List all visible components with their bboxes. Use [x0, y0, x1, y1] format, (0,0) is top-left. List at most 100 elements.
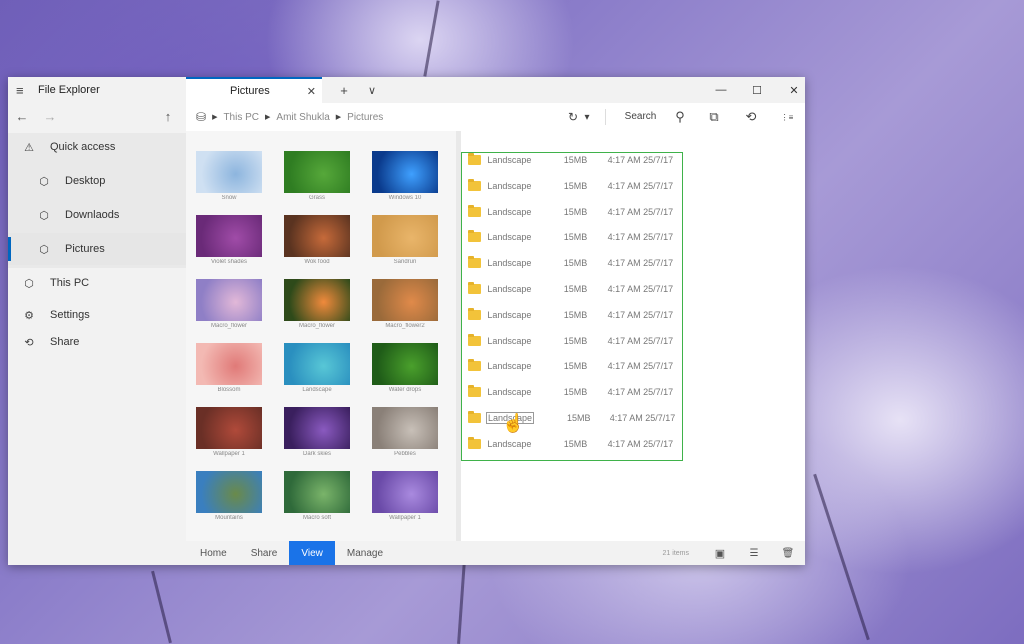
thumbnail-item[interactable]: Macro_flower	[196, 279, 262, 329]
thumbnail-item[interactable]: Macro_flower2	[372, 279, 438, 329]
file-row[interactable]: Landscape 15MB 4:17 AM 25/7/17	[462, 328, 682, 354]
file-size: 15MB	[563, 232, 588, 243]
tab-share[interactable]: Share	[239, 541, 290, 565]
forward-icon[interactable]: →	[36, 109, 64, 124]
breadcrumb-pictures[interactable]: Pictures	[347, 112, 383, 123]
file-date: 4:17 AM 25/7/17	[607, 155, 674, 165]
file-row[interactable]: Landscape 15MB 4:17 AM 25/7/17	[462, 405, 682, 431]
up-icon[interactable]: ↑	[154, 109, 182, 124]
file-date: 4:17 AM 25/7/17	[607, 284, 674, 294]
file-row[interactable]: Landscape 15MB 4:17 AM 25/7/17	[462, 353, 682, 379]
search-icon[interactable]: ⚲	[665, 109, 695, 125]
wallpaper-stem	[151, 570, 172, 644]
sidebar-item-pictures[interactable]: ⬡ Pictures	[8, 233, 186, 265]
file-size: 15MB	[563, 387, 588, 398]
file-row[interactable]: Landscape 15MB 4:17 AM 25/7/17	[462, 224, 682, 250]
tab-home[interactable]: Home	[188, 541, 239, 565]
menu-icon[interactable]: ≡	[16, 83, 32, 98]
thumbnail-item[interactable]: Mountains	[196, 471, 262, 521]
tab-list-button[interactable]: ∨	[360, 77, 384, 103]
sidebar-item-share[interactable]: ⟲ Share	[8, 326, 186, 358]
close-tab-icon[interactable]: ✕	[307, 85, 316, 98]
back-icon[interactable]: ←	[8, 109, 36, 124]
thumbnail-caption: Water drops	[388, 387, 422, 393]
tab-pictures[interactable]: Pictures ✕	[186, 77, 322, 103]
thumbnail-item[interactable]: Macro_flower	[284, 279, 350, 329]
maximize-button[interactable]: ☐	[738, 77, 776, 103]
file-row[interactable]: Landscape 15MB 4:17 AM 25/7/17	[462, 431, 682, 457]
thumbnail-item[interactable]: Windows 10	[372, 151, 438, 201]
file-name: Landscape	[487, 309, 532, 320]
breadcrumb-this-pc[interactable]: This PC	[223, 112, 259, 123]
file-row[interactable]: Landscape 15MB 4:17 AM 25/7/17	[462, 302, 682, 328]
file-row[interactable]: Landscape 15MB 4:17 AM 25/7/17	[462, 250, 682, 276]
thumbnail-item[interactable]: Water drops	[372, 343, 438, 393]
thumbnail-item[interactable]: Snow	[196, 151, 262, 201]
file-row[interactable]: Landscape 15MB 4:17 AM 25/7/17	[462, 173, 682, 199]
file-date: 4:17 AM 25/7/17	[607, 232, 674, 243]
thumbnail-item[interactable]: Landscape	[284, 343, 350, 393]
file-size: 15MB	[563, 284, 588, 294]
file-name: Landscape	[487, 180, 532, 191]
file-date: 4:17 AM 25/7/17	[607, 361, 674, 372]
thumbnail-item[interactable]: Wallpaper 1	[372, 471, 438, 521]
thumbnail-item[interactable]: Wallpaper 1	[196, 407, 262, 457]
sidebar-item-quick-access[interactable]: ⚠ Quick access	[8, 131, 186, 163]
selection-box: Landscape 15MB 4:17 AM 25/7/17 Landscape 15M…	[461, 152, 683, 461]
list-view-icon[interactable]: ☰	[737, 548, 771, 559]
title-bar: ≡ File Explorer	[8, 77, 186, 103]
thumbnail-item[interactable]: Blossom	[196, 343, 262, 393]
folder-icon	[468, 178, 482, 191]
view-mode-icon[interactable]: ⧉	[695, 109, 733, 125]
tab-view[interactable]: View	[289, 541, 335, 565]
file-row[interactable]: Landscape 15MB 4:17 AM 25/7/17	[462, 276, 682, 302]
thumbnail-caption: Mountains	[215, 515, 243, 521]
command-bar: Home Share View Manage 21 items ▣ ☰ 🗑	[186, 541, 805, 565]
thumbnail-item[interactable]: Dark skies	[284, 407, 350, 457]
file-size: 15MB	[563, 309, 588, 320]
thumbnail-caption: Macro_flower2	[385, 323, 425, 329]
breadcrumb-user[interactable]: Amit Shukla	[276, 112, 329, 123]
file-row[interactable]: Landscape 15MB 4:17 AM 25/7/17	[462, 199, 682, 225]
sidebar-item-this-pc[interactable]: ⬡ This PC	[8, 267, 186, 299]
sidebar-item-downloads[interactable]: ⬡ Downlaods	[8, 199, 186, 231]
thumbnail-caption: Dark skies	[302, 451, 331, 457]
file-name: Landscape	[487, 335, 532, 346]
thumbnail-item[interactable]: Sandrun	[372, 215, 438, 265]
minimize-button[interactable]: —	[702, 77, 740, 103]
sidebar-item-desktop[interactable]: ⬡ Desktop	[8, 165, 186, 197]
search-input[interactable]: Search	[605, 109, 665, 125]
image-view-icon[interactable]: ▣	[703, 547, 737, 560]
file-name: Landscape	[487, 387, 532, 398]
thumbnail-image	[196, 215, 262, 257]
folder-icon	[468, 282, 482, 294]
close-window-button[interactable]: ✕	[775, 77, 813, 103]
file-size: 15MB	[567, 413, 591, 423]
share-icon[interactable]: ⟲	[733, 109, 769, 125]
file-name: Landscape	[487, 361, 532, 372]
sidebar: ≡ File Explorer ← → ↑ ⚠ Quick access ⬡ D…	[8, 77, 186, 565]
thumbnail-item[interactable]: Pebbles	[372, 407, 438, 457]
more-icon[interactable]: ⋮≡	[769, 113, 805, 122]
thumbnail-image	[196, 279, 262, 321]
new-tab-button[interactable]: +	[332, 77, 356, 103]
tab-manage[interactable]: Manage	[335, 541, 395, 565]
thumbnail-image	[196, 343, 262, 385]
file-name: Landscape	[487, 206, 532, 217]
chevron-down-icon[interactable]: ▾	[581, 112, 593, 123]
thumbnail-item[interactable]: Grass	[284, 151, 350, 201]
thumbnail-image	[196, 151, 262, 193]
file-row[interactable]: Landscape 15MB 4:17 AM 25/7/17	[462, 153, 682, 173]
file-name: Landscape	[487, 258, 532, 269]
file-date: 4:17 AM 25/7/17	[607, 387, 674, 398]
thumbnail-item[interactable]: Macro soft	[284, 471, 350, 521]
nav-buttons: ← → ↑	[8, 105, 186, 127]
thumbnail-item[interactable]: Wok food	[284, 215, 350, 265]
thumbnail-caption: Wallpaper 1	[389, 515, 421, 521]
delete-icon[interactable]: 🗑	[771, 548, 805, 559]
thumbnail-item[interactable]: Violet shades	[196, 215, 262, 265]
file-row[interactable]: Landscape 15MB 4:17 AM 25/7/17	[462, 379, 682, 405]
refresh-icon[interactable]: ↻	[565, 110, 581, 124]
thumbnail-caption: Macro_flower	[210, 323, 247, 329]
item-count: 21 items	[662, 549, 689, 557]
